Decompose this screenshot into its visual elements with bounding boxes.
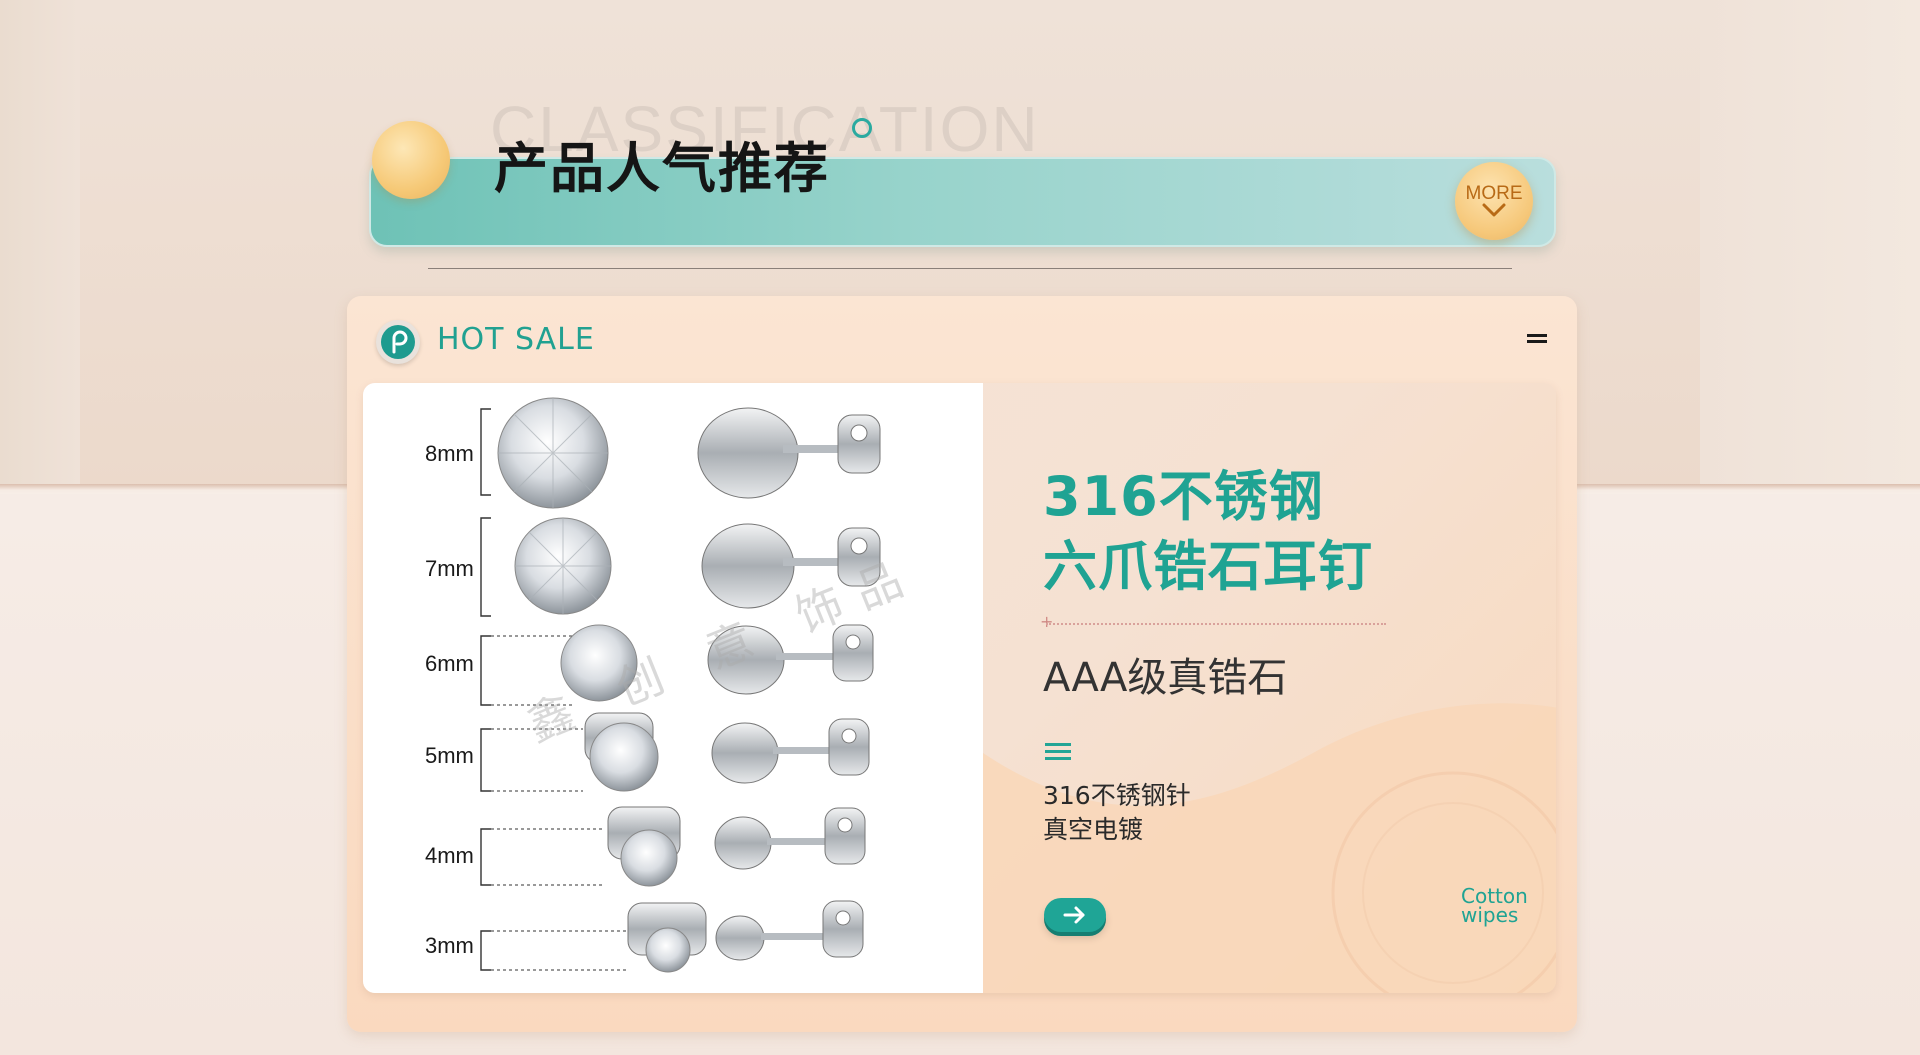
chevron-down-icon bbox=[1482, 203, 1506, 217]
grade-label: AAA级真锆石 bbox=[1043, 655, 1288, 701]
size-label-5mm: 5mm bbox=[425, 743, 474, 768]
arrow-right-icon bbox=[1063, 906, 1085, 924]
size-label-7mm: 7mm bbox=[425, 556, 474, 581]
decorative-ring bbox=[852, 118, 872, 138]
dotted-divider bbox=[1046, 623, 1386, 625]
corner-caption-line-2: wipes bbox=[1461, 903, 1519, 927]
background-panel-left bbox=[0, 0, 80, 487]
size-label-6mm: 6mm bbox=[425, 651, 474, 676]
header-divider bbox=[428, 268, 1512, 269]
more-button[interactable]: MORE bbox=[1455, 162, 1533, 240]
headline-line-1: 316不锈钢 bbox=[1043, 465, 1324, 528]
size-label-8mm: 8mm bbox=[425, 441, 474, 466]
hot-sale-label: HOT SALE bbox=[437, 322, 595, 357]
decorative-ball bbox=[372, 121, 450, 199]
plus-mark: + bbox=[1040, 612, 1054, 631]
menu-icon[interactable] bbox=[1527, 334, 1547, 346]
background-panel-right bbox=[1700, 0, 1920, 487]
product-image: 8mm 7mm 6mm 5mm 4mm 3mm 鑫 创 意 饰品 bbox=[363, 383, 983, 993]
corner-caption: Cotton wipes bbox=[1461, 886, 1528, 927]
product-headline: 316不锈钢 六爪锆石耳钉 bbox=[1043, 462, 1373, 602]
feature-plating: 真空电镀 bbox=[1043, 815, 1144, 844]
list-icon bbox=[1045, 743, 1071, 764]
page-title: 产品人气推荐 bbox=[494, 137, 830, 200]
feature-needle: 316不锈钢针 bbox=[1043, 781, 1191, 810]
next-button[interactable] bbox=[1044, 898, 1106, 932]
headline-line-2: 六爪锆石耳钉 bbox=[1043, 535, 1373, 598]
size-label-3mm: 3mm bbox=[425, 933, 474, 958]
size-label-4mm: 4mm bbox=[425, 843, 474, 868]
product-panel: 8mm 7mm 6mm 5mm 4mm 3mm 鑫 创 意 饰品 bbox=[363, 383, 1556, 993]
p-logo-icon bbox=[376, 320, 420, 364]
